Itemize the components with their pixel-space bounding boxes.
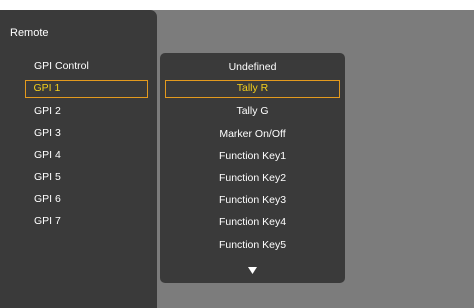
option-function-key5[interactable]: Function Key5: [165, 236, 340, 254]
sidebar-panel: Remote GPI Control GPI 1 GPI 2 GPI 3 GPI…: [0, 10, 157, 308]
option-tally-r[interactable]: Tally R: [165, 80, 340, 98]
menu-item-gpi-5[interactable]: GPI 5: [25, 168, 148, 186]
option-function-key3[interactable]: Function Key3: [165, 191, 340, 209]
menu-item-gpi-control[interactable]: GPI Control: [25, 57, 148, 75]
sidebar-title: Remote: [10, 27, 49, 39]
scroll-down-arrow-icon[interactable]: [160, 263, 345, 277]
menu-item-gpi-6[interactable]: GPI 6: [25, 190, 148, 208]
option-dropdown: Undefined Tally R Tally G Marker On/Off …: [160, 53, 345, 283]
menu-item-gpi-2[interactable]: GPI 2: [25, 102, 148, 120]
menu-item-gpi-7[interactable]: GPI 7: [25, 212, 148, 230]
option-marker-on-off[interactable]: Marker On/Off: [165, 125, 340, 143]
menu-item-gpi-4[interactable]: GPI 4: [25, 146, 148, 164]
option-function-key1[interactable]: Function Key1: [165, 147, 340, 165]
triangle-down-icon: [248, 266, 257, 274]
menu-item-gpi-1[interactable]: GPI 1: [25, 80, 148, 98]
menu-item-gpi-3[interactable]: GPI 3: [25, 124, 148, 142]
option-tally-g[interactable]: Tally G: [165, 102, 340, 120]
option-function-key2[interactable]: Function Key2: [165, 169, 340, 187]
menu-screen: Remote GPI Control GPI 1 GPI 2 GPI 3 GPI…: [0, 10, 474, 308]
option-function-key4[interactable]: Function Key4: [165, 213, 340, 231]
option-undefined[interactable]: Undefined: [165, 58, 340, 76]
